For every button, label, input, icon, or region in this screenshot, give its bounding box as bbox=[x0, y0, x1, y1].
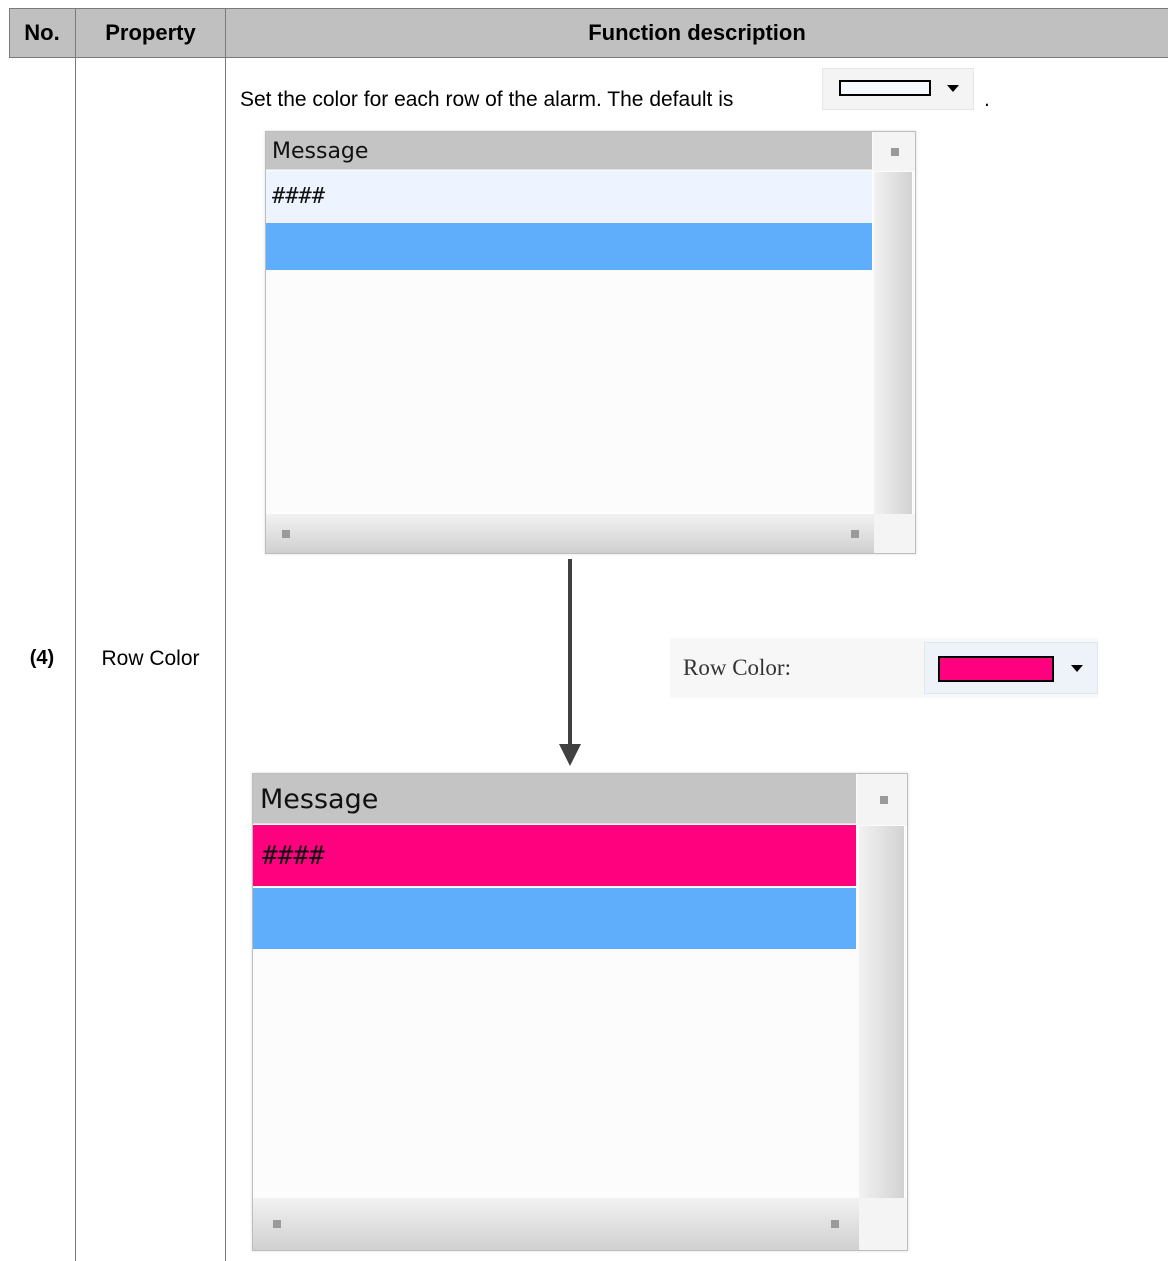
alarm-widget-before: Message #### bbox=[265, 131, 916, 554]
selected-row[interactable] bbox=[266, 223, 872, 270]
scrollbar-corner bbox=[874, 514, 915, 553]
column-header-message[interactable]: Message bbox=[266, 132, 872, 170]
selected-row[interactable] bbox=[253, 888, 856, 949]
row-color-swatch bbox=[938, 656, 1054, 682]
scroll-right-icon[interactable] bbox=[851, 530, 859, 538]
property-name: Row Color bbox=[101, 647, 200, 670]
horizontal-scrollbar[interactable] bbox=[266, 514, 874, 553]
horizontal-scrollbar[interactable] bbox=[253, 1198, 859, 1250]
column-header-message[interactable]: Message bbox=[253, 774, 856, 824]
alarm-row[interactable]: #### bbox=[266, 171, 872, 223]
down-arrow-line bbox=[568, 559, 572, 749]
header-no: No. bbox=[24, 20, 60, 45]
vertical-scrollbar[interactable] bbox=[874, 172, 912, 514]
header-description: Function description bbox=[588, 20, 806, 45]
column-divider-1 bbox=[75, 8, 76, 1261]
scroll-right-icon[interactable] bbox=[831, 1220, 839, 1228]
default-color-swatch bbox=[839, 80, 931, 96]
table-header: No. Property Function description bbox=[9, 8, 1168, 58]
header-property: Property bbox=[105, 20, 196, 45]
table-border-left bbox=[9, 8, 10, 57]
default-color-combo[interactable] bbox=[822, 68, 974, 110]
scroll-left-icon[interactable] bbox=[282, 530, 290, 538]
column-divider-2 bbox=[225, 8, 226, 1261]
description-text: Set the color for each row of the alarm.… bbox=[240, 88, 734, 111]
down-arrow-icon bbox=[559, 744, 581, 766]
scroll-up-icon[interactable] bbox=[880, 796, 888, 804]
row-color-combo[interactable] bbox=[924, 642, 1098, 694]
row-number: (4) bbox=[29, 647, 55, 669]
dropdown-caret-icon bbox=[947, 85, 959, 92]
scrollbar-corner bbox=[859, 1198, 907, 1250]
description-period: . bbox=[984, 88, 990, 111]
row-color-label: Row Color: bbox=[683, 655, 791, 680]
dropdown-caret-icon bbox=[1071, 665, 1083, 672]
alarm-widget-after: Message #### bbox=[252, 773, 908, 1251]
scroll-left-icon[interactable] bbox=[273, 1220, 281, 1228]
scroll-up-icon[interactable] bbox=[891, 148, 899, 156]
vertical-scrollbar[interactable] bbox=[859, 826, 904, 1198]
alarm-row[interactable]: #### bbox=[253, 825, 856, 886]
